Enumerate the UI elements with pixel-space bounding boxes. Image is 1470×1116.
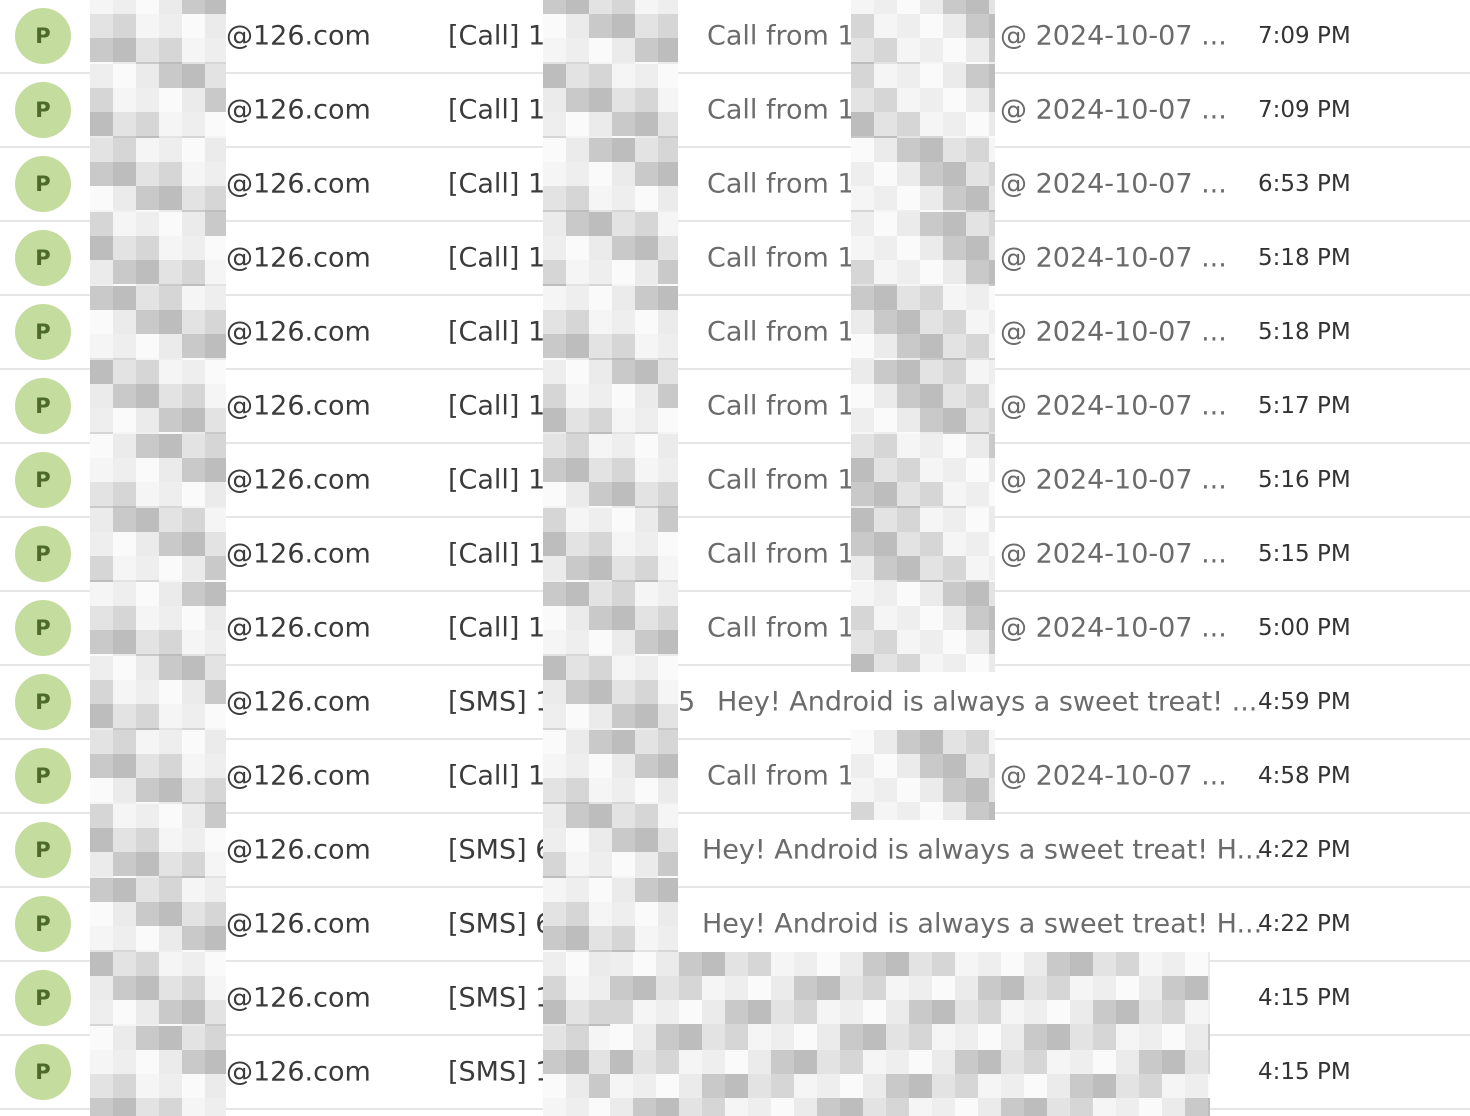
message-row[interactable]: P @126.com [Call] 18 Call from 18 @ 2024-10-… bbox=[0, 212, 1470, 302]
message-preview: Call from 18 bbox=[707, 94, 872, 126]
message-preview: Call from 18 bbox=[707, 538, 872, 570]
message-row[interactable]: P @126.com [Call] 18 Call from 18 @ 2024-10-… bbox=[0, 508, 1470, 598]
sender-avatar: P bbox=[15, 674, 71, 730]
message-preview-date: @ 2024-10-07 ... bbox=[1000, 20, 1227, 52]
sender-address: @126.com bbox=[226, 390, 371, 422]
message-time: 7:09 PM bbox=[1258, 97, 1351, 123]
sender-avatar: P bbox=[15, 156, 71, 212]
message-list: P @126.com [Call] 18 Call from 18 @ 2024-10-… bbox=[0, 0, 1470, 1116]
subject-tail: 5 bbox=[678, 686, 696, 718]
message-preview: Call from 18 bbox=[707, 390, 872, 422]
message-time: 7:09 PM bbox=[1258, 23, 1351, 49]
message-preview: Call from 18 bbox=[707, 316, 872, 348]
message-time: 5:16 PM bbox=[1258, 467, 1351, 493]
message-row[interactable]: P @126.com [SMS] 1 5 Hey! Android is always … bbox=[0, 656, 1470, 746]
sender-address: @126.com bbox=[226, 908, 371, 940]
sender-address: @126.com bbox=[226, 686, 371, 718]
message-subject: [SMS] 1 bbox=[448, 1056, 553, 1088]
message-row[interactable]: P @126.com [Call] 18 Call from 18 @ 2024-10-… bbox=[0, 138, 1470, 228]
message-time: 5:00 PM bbox=[1258, 615, 1351, 641]
message-row[interactable]: P @126.com [Call] 18 Call from 18 @ 2024-10-… bbox=[0, 582, 1470, 672]
message-time: 4:22 PM bbox=[1258, 911, 1351, 937]
message-time: 4:15 PM bbox=[1258, 1059, 1351, 1085]
message-time: 4:59 PM bbox=[1258, 689, 1351, 715]
message-preview-date: @ 2024-10-07 ... bbox=[1000, 390, 1227, 422]
message-preview: Call from 18 bbox=[707, 20, 872, 52]
message-preview: Hey! Android is always a sweet treat! ..… bbox=[717, 686, 1258, 718]
sender-address: @126.com bbox=[226, 1056, 371, 1088]
message-subject: [SMS] 1 bbox=[448, 982, 553, 1014]
message-preview-date: @ 2024-10-07 ... bbox=[1000, 316, 1227, 348]
message-time: 5:18 PM bbox=[1258, 319, 1351, 345]
sender-avatar: P bbox=[15, 1044, 71, 1100]
sender-avatar: P bbox=[15, 600, 71, 656]
sender-address: @126.com bbox=[226, 612, 371, 644]
redacted-mosaic bbox=[610, 1026, 1210, 1116]
sender-avatar: P bbox=[15, 748, 71, 804]
message-row[interactable]: P @126.com [SMS] 1 4:15 PM bbox=[0, 952, 1470, 1042]
message-preview: Call from 18 bbox=[707, 760, 872, 792]
message-preview-date: @ 2024-10-07 ... bbox=[1000, 168, 1227, 200]
message-preview: Hey! Android is always a sweet treat! H.… bbox=[702, 908, 1263, 940]
message-preview: Call from 18 bbox=[707, 168, 872, 200]
sender-address: @126.com bbox=[226, 242, 371, 274]
message-subject: [SMS] 1 bbox=[448, 686, 553, 718]
message-row[interactable]: P @126.com [Call] 18 Call from 18 @ 2024-10-… bbox=[0, 64, 1470, 154]
message-subject: [SMS] 6 bbox=[448, 908, 553, 940]
sender-address: @126.com bbox=[226, 760, 371, 792]
sender-avatar: P bbox=[15, 970, 71, 1026]
sender-address: @126.com bbox=[226, 168, 371, 200]
sender-avatar: P bbox=[15, 378, 71, 434]
message-time: 6:53 PM bbox=[1258, 171, 1351, 197]
message-preview-date: @ 2024-10-07 ... bbox=[1000, 464, 1227, 496]
sender-avatar: P bbox=[15, 8, 71, 64]
message-preview: Hey! Android is always a sweet treat! H.… bbox=[702, 834, 1263, 866]
message-time: 5:15 PM bbox=[1258, 541, 1351, 567]
message-preview: Call from 18 bbox=[707, 464, 872, 496]
message-row[interactable]: P @126.com [SMS] 1 4:15 PM bbox=[0, 1026, 1470, 1116]
message-preview: Call from 18 bbox=[707, 242, 872, 274]
sender-avatar: P bbox=[15, 822, 71, 878]
message-row[interactable]: P @126.com [SMS] 6 Hey! Android is always a… bbox=[0, 804, 1470, 894]
message-time: 5:17 PM bbox=[1258, 393, 1351, 419]
sender-address: @126.com bbox=[226, 316, 371, 348]
sender-address: @126.com bbox=[226, 538, 371, 570]
message-preview-date: @ 2024-10-07 ... bbox=[1000, 242, 1227, 274]
sender-address: @126.com bbox=[226, 834, 371, 866]
redacted-mosaic bbox=[851, 582, 995, 672]
message-time: 5:18 PM bbox=[1258, 245, 1351, 271]
message-row[interactable]: P @126.com [Call] 18 Call from 18 @ 2024-10-… bbox=[0, 730, 1470, 820]
message-row[interactable]: P @126.com [SMS] 6 Hey! Android is always a… bbox=[0, 878, 1470, 968]
sender-address: @126.com bbox=[226, 94, 371, 126]
sender-avatar: P bbox=[15, 82, 71, 138]
redacted-mosaic bbox=[851, 730, 995, 820]
sender-avatar: P bbox=[15, 304, 71, 360]
message-preview-date: @ 2024-10-07 ... bbox=[1000, 94, 1227, 126]
message-preview-date: @ 2024-10-07 ... bbox=[1000, 612, 1227, 644]
message-time: 4:58 PM bbox=[1258, 763, 1351, 789]
message-time: 4:22 PM bbox=[1258, 837, 1351, 863]
sender-address: @126.com bbox=[226, 20, 371, 52]
message-subject: [SMS] 6 bbox=[448, 834, 553, 866]
message-preview-date: @ 2024-10-07 ... bbox=[1000, 538, 1227, 570]
sender-avatar: P bbox=[15, 452, 71, 508]
sender-avatar: P bbox=[15, 230, 71, 286]
message-row[interactable]: P @126.com [Call] 18 Call from 18 @ 2024-10-… bbox=[0, 0, 1470, 80]
message-preview: Call from 18 bbox=[707, 612, 872, 644]
message-row[interactable]: P @126.com [Call] 18 Call from 18 @ 2024-10-… bbox=[0, 434, 1470, 524]
message-preview-date: @ 2024-10-07 ... bbox=[1000, 760, 1227, 792]
sender-avatar: P bbox=[15, 896, 71, 952]
message-row[interactable]: P @126.com [Call] 18 Call from 18 @ 2024-10-… bbox=[0, 360, 1470, 450]
redacted-mosaic bbox=[90, 1026, 226, 1116]
sender-address: @126.com bbox=[226, 464, 371, 496]
message-row[interactable]: P @126.com [Call] 18 Call from 18 @ 2024-10-… bbox=[0, 286, 1470, 376]
sender-avatar: P bbox=[15, 526, 71, 582]
sender-address: @126.com bbox=[226, 982, 371, 1014]
message-time: 4:15 PM bbox=[1258, 985, 1351, 1011]
